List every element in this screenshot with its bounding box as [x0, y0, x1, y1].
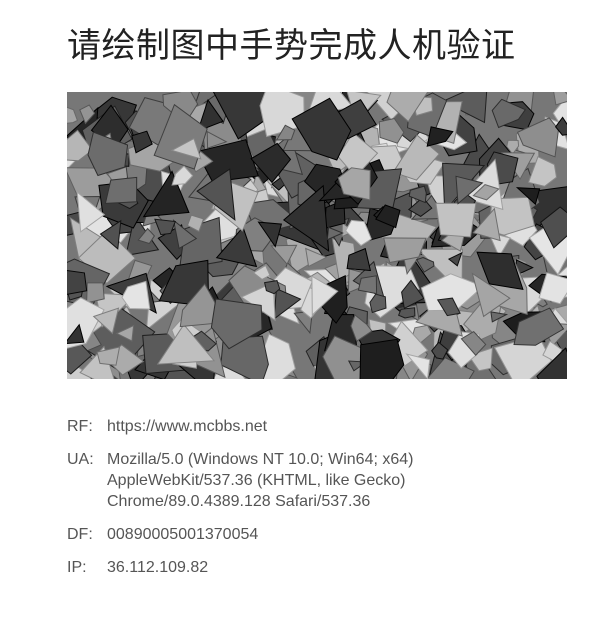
page-title: 请绘制图中手势完成人机验证: [67, 26, 516, 66]
noise-shape: [86, 282, 105, 304]
captcha-noise-image[interactable]: [67, 92, 567, 379]
info-row-ip: IP: 36.112.109.82: [67, 557, 587, 578]
noise-shape: [171, 165, 194, 186]
rf-label: RF:: [67, 418, 93, 435]
rf-value: https://www.mcbbs.net: [107, 418, 268, 435]
noise-shape: [435, 202, 477, 238]
info-row-rf: RF: https://www.mcbbs.net: [67, 416, 587, 437]
noise-shape: [67, 106, 79, 124]
df-value: 00890005001370054: [107, 526, 259, 543]
info-row-ua: UA: Mozilla/5.0 (Windows NT 10.0; Win64;…: [67, 449, 587, 512]
ua-value: Mozilla/5.0 (Windows NT 10.0; Win64; x64…: [107, 451, 414, 510]
noise-shape: [104, 176, 138, 204]
info-row-df: DF: 00890005001370054: [67, 524, 587, 545]
ip-value: 36.112.109.82: [107, 559, 209, 576]
noise-shape: [67, 270, 88, 295]
captcha-canvas[interactable]: [67, 92, 567, 379]
noise-shape: [359, 338, 405, 379]
noise-shape: [397, 307, 416, 319]
ua-label: UA:: [67, 451, 94, 468]
ip-label: IP:: [67, 559, 87, 576]
noise-shape: [357, 275, 378, 295]
client-info: RF: https://www.mcbbs.net UA: Mozilla/5.…: [67, 416, 587, 590]
df-label: DF:: [67, 526, 93, 543]
